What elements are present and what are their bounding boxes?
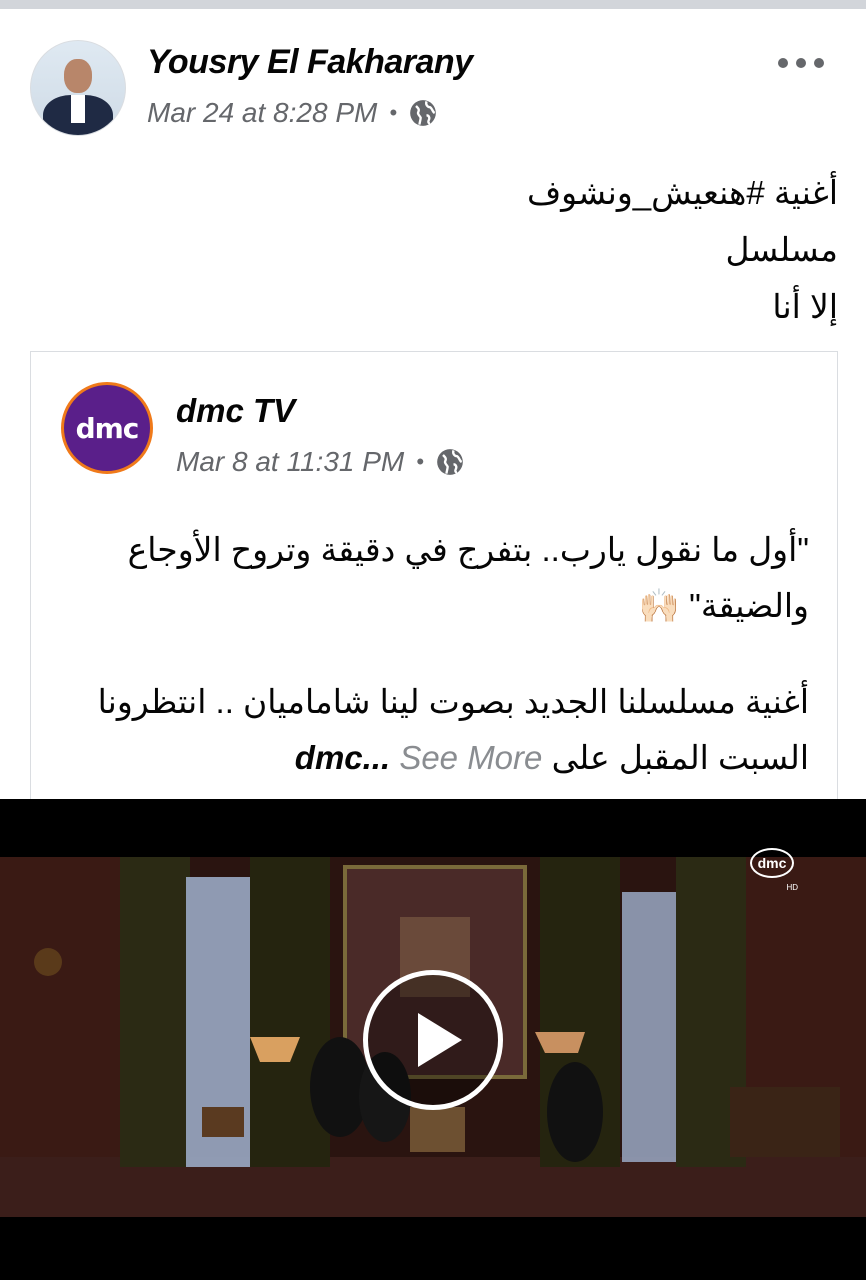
more-dot [796,58,806,68]
play-icon [418,1013,462,1067]
shared-post-timestamp[interactable]: Mar 8 at 11:31 PM [176,446,404,478]
channel-name: dmc... [294,739,391,776]
see-more-link[interactable]: See More [399,739,542,776]
post-text-line: إلا أنا [772,288,838,325]
quote-line: "أول ما نقول يارب.. بتفرج في دقيقة وتروح… [127,531,809,568]
more-dots-icon[interactable] [778,55,824,71]
body-line: أغنية مسلسلنا الجديد بصوت لينا شاماميان … [97,683,809,720]
dmc-logo[interactable]: dmc [61,382,153,474]
watermark-logo: dmc [750,848,794,878]
shared-post[interactable]: dmc dmc TV Mar 8 at 11:31 PM • "أول ما ن… [30,351,838,812]
post-text-line: أغنية #هنعيش_ونشوف [526,174,838,211]
globe-icon [410,100,436,126]
shared-post-text: "أول ما نقول يارب.. بتفرج في دقيقة وتروح… [49,522,809,786]
watermark-hd: HD [786,883,798,892]
avatar-shirt [71,95,85,123]
more-dot [814,58,824,68]
author-name[interactable]: Yousry El Fakharany [147,43,473,82]
meta-separator: • [416,449,424,474]
globe-icon [437,449,463,475]
dmc-watermark: dmc HD [750,848,798,892]
author-avatar[interactable] [30,40,126,136]
dmc-logo-text: dmc [75,411,140,445]
page-name[interactable]: dmc TV [176,392,295,430]
post-meta: Mar 24 at 8:28 PM • [147,97,437,129]
post-text: أغنية #هنعيش_ونشوف مسلسل إلا أنا [138,164,838,335]
avatar-face [64,59,92,93]
post-timestamp[interactable]: Mar 24 at 8:28 PM [147,97,377,129]
shared-post-meta: Mar 8 at 11:31 PM • [176,446,464,478]
post-text-line: مسلسل [725,231,838,268]
top-divider [0,0,866,9]
more-dot [778,58,788,68]
see-more-group: dmc... See More [295,739,543,776]
video-player[interactable]: dmc HD [0,799,866,1280]
body-line: السبت المقبل على dmc... See More [49,730,809,786]
quote-line: والضيقة" 🙌🏻 [638,587,809,624]
facebook-post: Yousry El Fakharany Mar 24 at 8:28 PM • … [0,9,866,812]
body-line-text: السبت المقبل على [551,739,809,776]
meta-separator: • [389,100,398,125]
play-button[interactable] [363,970,503,1110]
